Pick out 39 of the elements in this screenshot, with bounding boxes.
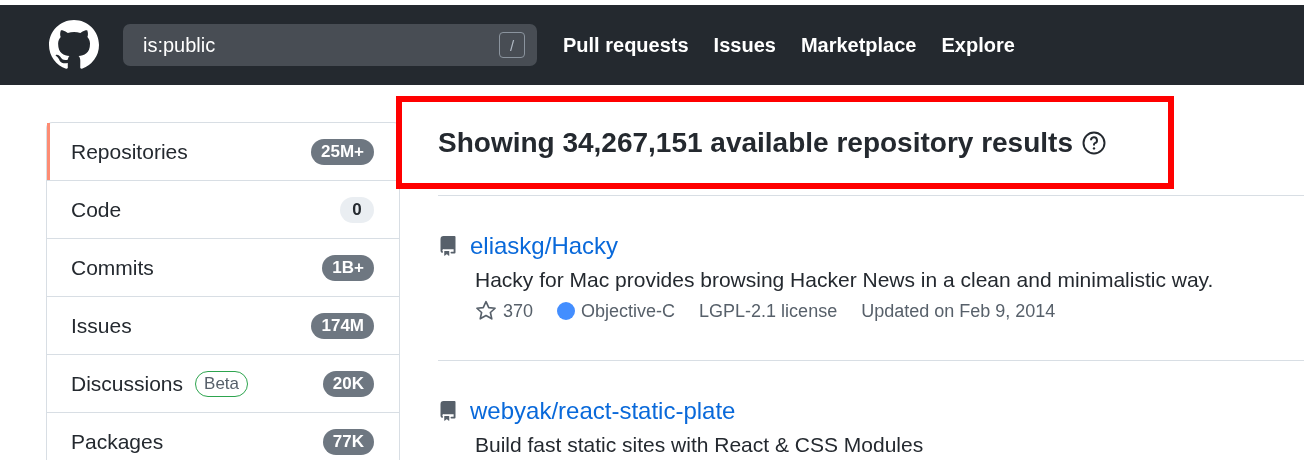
sidebar-item[interactable]: Discussions Beta 20K — [47, 355, 399, 413]
item-label: Repositories — [71, 139, 188, 164]
help-icon[interactable] — [1081, 130, 1106, 155]
count-badge: 77K — [322, 428, 374, 455]
count-badge: 174M — [311, 312, 374, 339]
sidebar-item[interactable]: Commits 1B+ — [47, 239, 399, 297]
count-badge: 25M+ — [311, 138, 374, 165]
nav-link[interactable]: Issues — [713, 33, 776, 57]
item-label: Commits — [71, 255, 154, 280]
license-text: LGPL-2.1 license — [699, 300, 838, 322]
sidebar-item[interactable]: Issues 174M — [47, 297, 399, 355]
search-field[interactable]: is:public / — [123, 24, 537, 66]
updated-date: Updated on Feb 9, 2014 — [861, 300, 1056, 322]
language-name: Objective-C — [581, 300, 676, 322]
results-heading: Showing 34,267,151 available repository results — [438, 126, 1073, 159]
search-query: is:public — [143, 33, 216, 57]
nav-link[interactable]: Marketplace — [800, 33, 917, 57]
count-badge: 20K — [322, 370, 374, 397]
item-label: Issues — [71, 313, 132, 338]
book-icon — [438, 236, 458, 256]
book-icon — [438, 401, 458, 421]
nav-link[interactable]: Pull requests — [563, 33, 689, 57]
star-count: 370 — [503, 300, 534, 322]
repo-description: Hacky for Mac provides browsing Hacker News in a clean and minimalistic way. — [475, 268, 1215, 292]
count-badge: 0 — [340, 196, 374, 223]
shortcut-key: / — [499, 32, 525, 58]
repo-link[interactable]: webyak/react-static-plate — [470, 397, 736, 425]
star-icon[interactable] — [475, 300, 497, 322]
sidebar-item[interactable]: Packages 77K — [47, 413, 399, 460]
count-badge: 1B+ — [322, 254, 374, 281]
octocat-logo-icon[interactable] — [49, 20, 99, 70]
nav-link[interactable]: Explore — [941, 33, 1015, 57]
sidebar-item[interactable]: Code 0 — [47, 181, 399, 239]
item-label: Packages — [71, 429, 164, 454]
item-label: Discussions — [71, 371, 184, 396]
repo-description: Build fast static sites with React & CSS Modules — [475, 433, 925, 457]
repo-link[interactable]: eliaskg/Hacky — [470, 232, 619, 260]
item-label: Code — [71, 197, 122, 222]
sidebar-item[interactable]: Repositories 25M+ — [47, 123, 399, 181]
